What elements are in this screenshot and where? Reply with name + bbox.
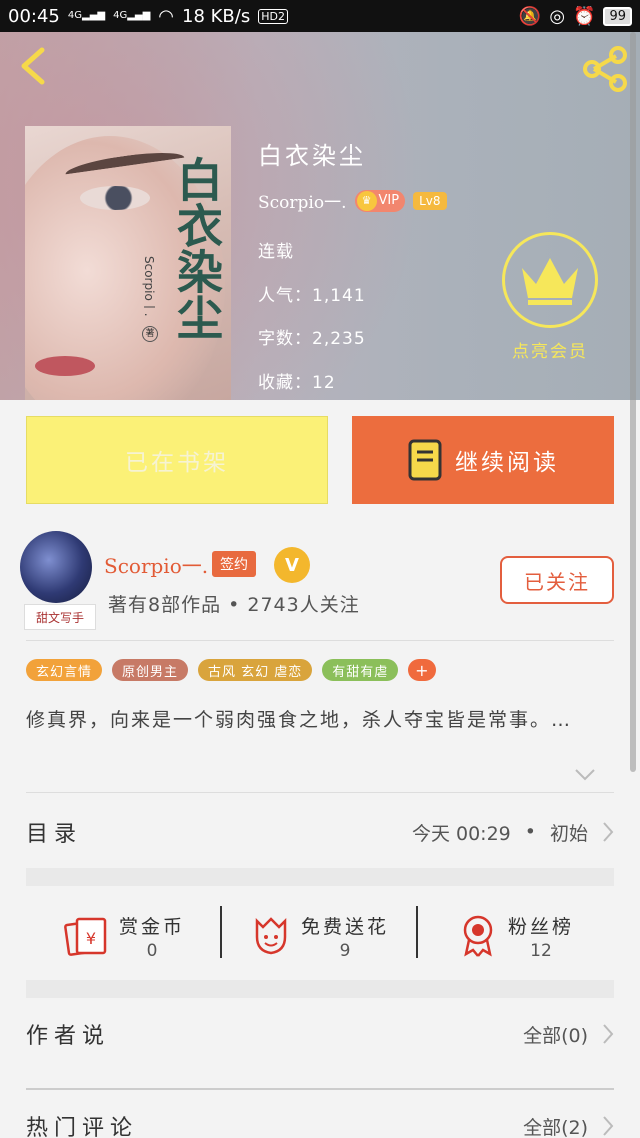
more-tags-button[interactable]: + — [408, 659, 437, 681]
hot-comments-row[interactable]: 热门评论 全部(2) — [26, 1106, 614, 1138]
book-icon — [408, 439, 442, 481]
tag-item[interactable]: 原创男主 — [112, 659, 189, 681]
svg-text:¥: ¥ — [86, 929, 96, 948]
vip-member-button[interactable] — [502, 232, 598, 328]
signal-icon-2: 4G▂▄▆ — [113, 10, 151, 21]
status-time: 00:45 — [8, 5, 60, 27]
net-speed: 18 KB/s — [182, 5, 251, 27]
chevron-right-icon — [603, 1024, 614, 1044]
directory-title: 目录 — [26, 822, 83, 847]
author-says-row[interactable]: 作者说 全部(0) — [26, 1014, 614, 1054]
tag-item[interactable]: 有甜有虐 — [322, 659, 399, 681]
author-says-link: 全部(0) — [523, 1024, 588, 1047]
author-pen-name[interactable]: Scorpio一. — [104, 550, 208, 579]
section-separator — [26, 868, 614, 886]
continue-reading-label: 继续阅读 — [455, 450, 559, 476]
section-separator — [26, 980, 614, 998]
stat-value: 9 — [339, 940, 351, 961]
stat-value: 0 — [146, 940, 158, 961]
cover-title: 白衣染尘 — [170, 156, 224, 340]
word-count: 字数：2,235 — [258, 329, 366, 349]
alarm-icon: ⏰ — [573, 5, 596, 27]
divider — [26, 1088, 614, 1090]
author-says-title: 作者说 — [26, 1024, 111, 1049]
vip-badge: ♛ VIP — [354, 189, 406, 212]
reward-coins-button[interactable]: ¥ 赏金币 0 — [26, 900, 222, 972]
wifi-icon: ◠ — [158, 5, 174, 27]
directory-row[interactable]: 目录 今天 00:29 • 初始 — [26, 812, 614, 852]
status-bar: 00:45 4G▂▄▆ 4G▂▄▆ ◠ 18 KB/s HD2 🔕 ◎ ⏰ 99 — [0, 0, 640, 32]
crown-icon — [522, 258, 578, 305]
back-arrow-icon[interactable] — [14, 44, 58, 88]
battery-icon: 99 — [603, 6, 632, 26]
author-name[interactable]: Scorpio一. — [258, 188, 347, 213]
cover-eye — [80, 186, 150, 210]
share-icon[interactable] — [580, 44, 630, 94]
book-detail-page: 00:45 4G▂▄▆ 4G▂▄▆ ◠ 18 KB/s HD2 🔕 ◎ ⏰ 99 — [0, 0, 640, 1138]
red-envelope-icon: ¥ — [64, 917, 107, 956]
send-flower-button[interactable]: 免费送花 9 — [222, 900, 418, 972]
award-ribbon-icon — [463, 915, 493, 957]
scrollbar[interactable] — [630, 32, 636, 772]
separator-dot: • — [524, 821, 536, 843]
latest-chapter: 初始 — [549, 822, 588, 845]
stats-bar: ¥ 赏金币 0 免费送花 9 粉丝榜 12 — [26, 900, 614, 972]
book-header: 白衣染尘 Scorpio一. 著 白衣染尘 Scorpio一. ♛ VIP Lv… — [0, 32, 640, 400]
chevron-down-icon[interactable] — [574, 768, 596, 782]
author-row: Scorpio一. ♛ VIP Lv8 — [258, 188, 447, 213]
tag-item[interactable]: 玄幻言情 — [26, 659, 103, 681]
serial-status: 连载 — [258, 242, 294, 262]
synopsis[interactable]: 修真界，向来是一个弱肉强食之地，杀人夺宝皆是常事。… — [26, 706, 614, 734]
stat-label: 免费送花 — [300, 915, 389, 938]
stat-value: 12 — [530, 940, 552, 961]
hot-comments-link: 全部(2) — [523, 1116, 588, 1138]
mute-icon: 🔕 — [518, 5, 542, 27]
update-time: 今天 00:29 — [411, 822, 511, 845]
cover-seal: 著 — [142, 326, 158, 342]
in-bookshelf-button[interactable]: 已在书架 — [26, 416, 328, 504]
author-works-line: 著有8部作品 • 2743人关注 — [108, 594, 360, 616]
fan-ranking-button[interactable]: 粉丝榜 12 — [418, 900, 614, 972]
signed-badge: 签约 — [212, 551, 256, 577]
avatar-tag: 甜文写手 — [24, 604, 96, 630]
tag-item[interactable]: 古风 玄幻 虐恋 — [198, 659, 313, 681]
stat-label: 粉丝榜 — [507, 915, 574, 938]
cover-author: Scorpio一. — [142, 256, 156, 317]
flower-icon — [255, 917, 287, 955]
level-badge: Lv8 — [413, 191, 447, 210]
continue-reading-button[interactable]: 继续阅读 — [352, 416, 614, 504]
hot-comments-title: 热门评论 — [26, 1116, 139, 1138]
chevron-right-icon — [603, 822, 614, 842]
divider — [26, 640, 614, 641]
book-title: 白衣染尘 — [258, 142, 366, 170]
book-cover[interactable]: 白衣染尘 Scorpio一. 著 — [25, 126, 231, 400]
avatar[interactable] — [20, 531, 92, 603]
hd-badge: HD2 — [258, 8, 288, 24]
lock-icon: ◎ — [549, 5, 566, 27]
favorites-count: 收藏：12 — [258, 373, 336, 393]
verified-badge-icon: V — [274, 547, 310, 583]
signal-icon: 4G▂▄▆ — [67, 10, 106, 21]
followed-button[interactable]: 已关注 — [500, 556, 614, 604]
stat-label: 赏金币 — [118, 915, 185, 938]
popularity: 人气：1,141 — [258, 286, 366, 306]
tag-list: 玄幻言情 原创男主 古风 玄幻 虐恋 有甜有虐 + — [26, 659, 437, 681]
divider — [26, 792, 614, 793]
vip-member-label[interactable]: 点亮会员 — [500, 337, 600, 362]
crown-icon: ♛ — [356, 190, 377, 211]
chevron-right-icon — [603, 1116, 614, 1136]
